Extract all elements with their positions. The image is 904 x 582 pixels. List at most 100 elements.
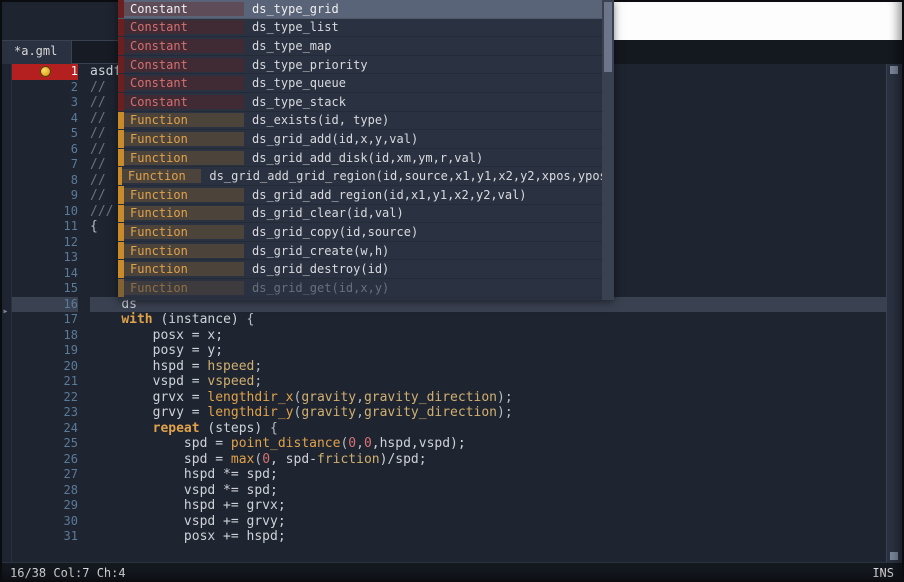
- line-number: 4: [12, 111, 78, 127]
- autocomplete-kind: Function: [124, 151, 244, 165]
- code-text: posy = y;: [90, 343, 223, 358]
- code-text: grvy =: [90, 405, 207, 420]
- code-text: spd =: [90, 452, 231, 467]
- autocomplete-item[interactable]: Constantds_type_list: [118, 19, 614, 38]
- scrollbar-thumb[interactable]: [604, 2, 612, 72]
- code-text: vspd += grvy;: [90, 514, 286, 529]
- autocomplete-signature: ds_grid_add_region(id,x1,y1,x2,y2,val): [244, 188, 614, 202]
- line-number: 25: [12, 436, 78, 452]
- line-number: 16: [12, 297, 78, 313]
- fn: max: [231, 452, 254, 467]
- autocomplete-signature: ds_type_priority: [244, 58, 614, 72]
- builtin: hspeed: [207, 359, 254, 374]
- code-text: hspd += grvx;: [90, 498, 286, 513]
- autocomplete-item[interactable]: Functionds_grid_add_grid_region(id,sourc…: [118, 167, 614, 186]
- code-brace: {: [247, 312, 255, 327]
- autocomplete-signature: ds_grid_copy(id,source): [244, 225, 614, 239]
- autocomplete-item[interactable]: Functionds_grid_add(id,x,y,val): [118, 130, 614, 149]
- autocomplete-item[interactable]: Functionds_grid_get(id,x,y): [118, 279, 614, 298]
- autocomplete-item[interactable]: Functionds_grid_destroy(id): [118, 260, 614, 279]
- line-number: 29: [12, 498, 78, 514]
- autocomplete-item[interactable]: Functionds_grid_add_disk(id,xm,ym,r,val): [118, 149, 614, 168]
- line-number: 6: [12, 142, 78, 158]
- autocomplete-item[interactable]: Functionds_exists(id, type): [118, 112, 614, 131]
- autocomplete-kind: Function: [124, 132, 244, 146]
- line-number: 14: [12, 266, 78, 282]
- autocomplete-item[interactable]: Functionds_grid_add_region(id,x1,y1,x2,y…: [118, 186, 614, 205]
- autocomplete-item[interactable]: Constantds_type_queue: [118, 74, 614, 93]
- paren: );: [497, 390, 513, 405]
- autocomplete-kind: Function: [124, 206, 244, 220]
- paren: );: [497, 405, 513, 420]
- autocomplete-popup[interactable]: Constantds_type_gridConstantds_type_list…: [118, 0, 614, 300]
- autocomplete-kind: Constant: [124, 20, 244, 34]
- autocomplete-item[interactable]: Functionds_grid_copy(id,source): [118, 223, 614, 242]
- code-text: vspd *= spd;: [90, 483, 278, 498]
- autocomplete-item[interactable]: Constantds_type_priority: [118, 56, 614, 75]
- semi: ;: [254, 359, 262, 374]
- autocomplete-kind: Function: [124, 262, 244, 276]
- code-brace: {: [90, 219, 98, 234]
- builtin: gravity: [301, 390, 356, 405]
- fold-marker-icon[interactable]: ▸: [2, 306, 8, 317]
- line-number: 22: [12, 390, 78, 406]
- autocomplete-item[interactable]: Functionds_grid_create(w,h): [118, 242, 614, 261]
- line-number: 7: [12, 157, 78, 173]
- autocomplete-scrollbar[interactable]: [602, 0, 614, 300]
- autocomplete-signature: ds_grid_destroy(id): [244, 262, 614, 276]
- code-comment: //: [90, 80, 106, 95]
- line-number: 17: [12, 312, 78, 328]
- autocomplete-signature: ds_type_list: [244, 20, 614, 34]
- line-number: 30: [12, 514, 78, 530]
- num: 0: [348, 436, 356, 451]
- autocomplete-signature: ds_type_grid: [244, 2, 614, 16]
- fn: lengthdir_x: [207, 390, 293, 405]
- code-text: posx += hspd;: [90, 529, 286, 544]
- autocomplete-kind: Function: [124, 281, 244, 295]
- line-number: 11: [12, 219, 78, 235]
- outer-window-blank: [614, 0, 904, 40]
- fold-column[interactable]: ▸: [0, 64, 12, 562]
- autocomplete-signature: ds_type_queue: [244, 76, 614, 90]
- scrollbar-arrow-up-icon[interactable]: [890, 66, 898, 74]
- comma: ,: [356, 436, 364, 451]
- autocomplete-kind: Function: [124, 113, 244, 127]
- autocomplete-item[interactable]: Constantds_type_map: [118, 37, 614, 56]
- autocomplete-signature: ds_grid_add_disk(id,xm,ym,r,val): [244, 151, 614, 165]
- line-number: 20: [12, 359, 78, 375]
- line-number: 18: [12, 328, 78, 344]
- editor-scrollbar[interactable]: [886, 64, 904, 562]
- line-number: 19: [12, 343, 78, 359]
- code-comment: //: [90, 157, 106, 172]
- code-comment: //: [90, 142, 106, 157]
- line-number: 13: [12, 250, 78, 266]
- tab-file[interactable]: *a.gml: [0, 41, 72, 65]
- builtin: friction: [317, 452, 380, 467]
- autocomplete-signature: ds_grid_create(w,h): [244, 244, 614, 258]
- code-text: (instance): [153, 312, 247, 327]
- code-comment: ///: [90, 204, 113, 219]
- line-number: 24: [12, 421, 78, 437]
- line-number: 23: [12, 405, 78, 421]
- autocomplete-signature: ds_type_map: [244, 39, 614, 53]
- autocomplete-item[interactable]: Constantds_type_grid: [118, 0, 614, 19]
- num: 0: [262, 452, 270, 467]
- scrollbar-arrow-down-icon[interactable]: [890, 552, 898, 560]
- comma: ,: [356, 405, 364, 420]
- code-comment: //: [90, 95, 106, 110]
- fn: lengthdir_y: [207, 405, 293, 420]
- autocomplete-signature: ds_grid_clear(id,val): [244, 206, 614, 220]
- code-text: grvx =: [90, 390, 207, 405]
- autocomplete-kind: Constant: [124, 2, 244, 16]
- line-number: 3: [12, 95, 78, 111]
- line-number: 5: [12, 126, 78, 142]
- line-number: 27: [12, 467, 78, 483]
- num: 0: [364, 436, 372, 451]
- builtin: gravity_direction: [364, 390, 497, 405]
- autocomplete-item[interactable]: Constantds_type_stack: [118, 93, 614, 112]
- autocomplete-kind: Function: [122, 169, 202, 183]
- autocomplete-signature: ds_type_stack: [244, 95, 614, 109]
- code-comment: //: [90, 111, 106, 126]
- autocomplete-item[interactable]: Functionds_grid_clear(id,val): [118, 205, 614, 224]
- comma: ,: [356, 390, 364, 405]
